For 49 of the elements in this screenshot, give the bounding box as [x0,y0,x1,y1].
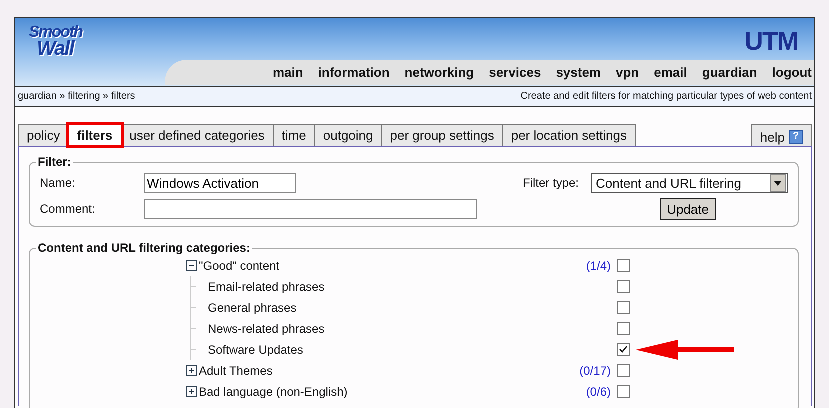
collapse-icon[interactable] [186,260,197,271]
expand-icon[interactable] [186,386,197,397]
help-tab[interactable]: help ? [751,124,812,146]
checkbox[interactable] [617,259,630,272]
nav-link[interactable]: information [318,65,390,80]
checkbox[interactable] [617,322,630,335]
category-label: Adult Themes [199,364,273,378]
help-icon: ? [789,130,803,144]
category-label: Email-related phrases [208,280,325,294]
category-label: General phrases [208,300,297,314]
category-label: Bad language (non-English) [199,384,348,398]
page-description: Create and edit filters for matching particular types of web content [520,91,812,102]
tab[interactable]: per location settings [502,124,636,146]
category-count: (1/4) [586,258,611,272]
tab[interactable]: time [272,124,316,146]
logo: Smooth Wall [29,24,83,58]
nav-link[interactable]: networking [404,65,474,80]
nav-link[interactable]: logout [772,65,812,80]
nav-link[interactable]: vpn [616,65,640,80]
tab[interactable]: filters [68,124,122,146]
group-title: Filter: [37,155,72,169]
checkbox[interactable] [617,385,630,398]
checkbox[interactable] [617,301,630,314]
filter-type-dropdown[interactable]: Content and URL filtering [591,173,788,193]
checkbox[interactable] [617,364,630,377]
nav-link[interactable]: email [654,65,688,80]
expand-icon[interactable] [186,365,197,376]
category-count: (0/17) [580,364,611,378]
tab[interactable]: per group settings [381,124,504,146]
update-button[interactable]: Update [660,198,716,220]
nav-link[interactable]: main [272,65,304,80]
name-field[interactable]: Windows Activation [144,173,296,193]
category-label: Software Updates [208,342,304,356]
category-label: "Good" content [199,258,280,272]
category-label: News-related phrases [208,322,325,336]
field-label: Filter type: [522,176,579,190]
checkbox[interactable] [617,343,630,356]
comment-field[interactable] [144,199,477,219]
tab[interactable]: outgoing [314,124,382,146]
category-count: (0/6) [586,384,611,398]
breadcrumb: guardian » filtering » filters [18,91,136,102]
field-label: Comment: [40,202,96,216]
checkbox[interactable] [617,280,630,293]
nav-link[interactable]: guardian [702,65,758,80]
field-label: Name: [40,176,76,190]
product-name: UTM [744,26,798,57]
group-title: Content and URL filtering categories: [37,241,252,255]
nav-link[interactable]: services [489,65,542,80]
nav-link[interactable]: system [556,65,601,80]
